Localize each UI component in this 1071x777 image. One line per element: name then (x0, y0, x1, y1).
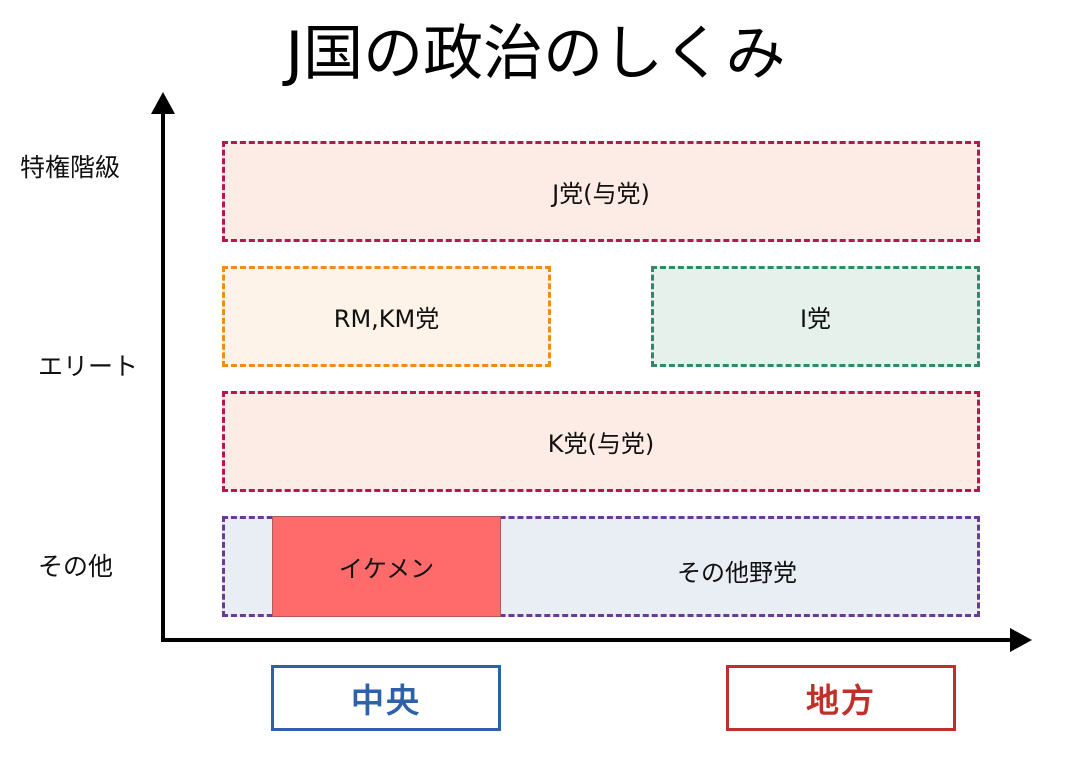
k-party-label: K党(与党) (547, 430, 655, 458)
rm-km-party-label: RM,KM党 (333, 305, 440, 333)
y-label-privileged-class: 特権階級 (20, 153, 121, 182)
y-axis-arrowhead (151, 92, 175, 114)
x-axis-arrowhead (1010, 628, 1032, 652)
central-region-label: 中央 (351, 681, 421, 720)
rm-km-party-box: RM,KM党 (222, 266, 551, 367)
other-opposition-label: その他野党 (677, 559, 797, 587)
local-region-label: 地方 (806, 681, 876, 720)
ikemen-box: イケメン (272, 516, 501, 617)
i-party-box: I党 (651, 266, 980, 367)
k-party-box: K党(与党) (222, 391, 980, 492)
y-label-elite: エリート (38, 352, 139, 381)
y-label-other: その他 (38, 552, 114, 581)
axes-layer (151, 92, 1032, 652)
ikemen-label: イケメン (338, 555, 435, 583)
i-party-label: I党 (799, 305, 832, 333)
j-party-label: J党(与党) (552, 180, 650, 208)
j-party-box: J党(与党) (222, 141, 980, 242)
local-region-box: 地方 (726, 665, 956, 731)
central-region-box: 中央 (271, 665, 501, 731)
